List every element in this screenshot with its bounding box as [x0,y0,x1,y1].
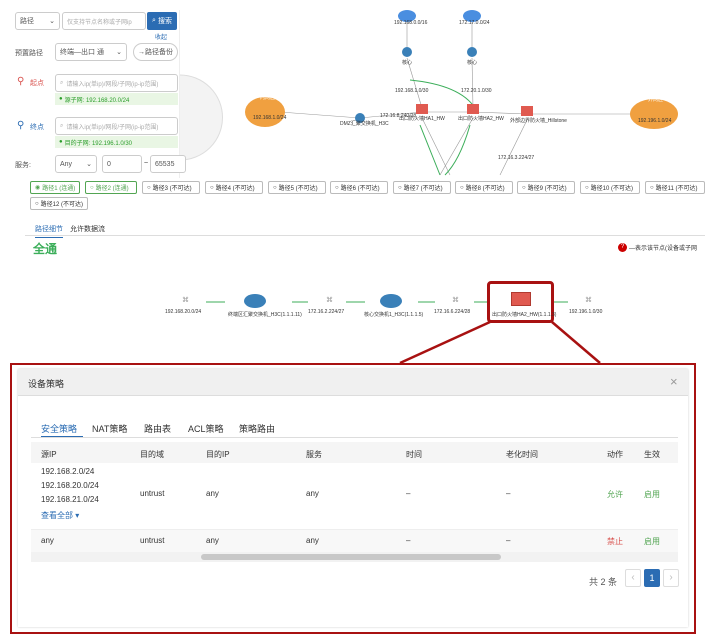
next-page-button[interactable]: › [663,569,679,587]
source-ip: 192.168.20.0/24 [41,481,99,490]
action-deny: 禁止 [607,537,623,546]
col-aging: 老化时间 [506,450,538,459]
caret-down-icon: ▾ [75,511,80,520]
dialog-title: 设备策略 [28,379,65,389]
tab-nat-policy[interactable]: NAT策略 [92,422,127,435]
table-row[interactable]: any untrust any any – – 禁止 启用 [31,530,678,552]
source-ip: any [41,536,54,545]
prev-page-button[interactable]: ‹ [625,569,641,587]
dest-zone: untrust [140,489,165,498]
time: – [406,536,411,545]
page-1-button[interactable]: 1 [644,569,660,587]
col-dest-ip: 目的IP [206,450,230,459]
source-ip: 192.168.21.0/24 [41,495,99,504]
dest-ip: any [206,489,219,498]
tab-security-policy[interactable]: 安全策略 [41,422,77,435]
chevron-right-icon: › [669,572,673,583]
view-all-link[interactable]: 查看全部 ▾ [41,510,79,521]
table-header [31,442,678,463]
view-all-label: 查看全部 [41,511,73,520]
dest-ip: any [206,536,219,545]
tab-route-table[interactable]: 路由表 [144,422,171,435]
total-count: 共 2 条 [589,577,618,587]
close-icon[interactable]: × [670,374,678,389]
service: any [306,536,319,545]
device-policy-dialog: 设备策略 × 安全策略 NAT策略 路由表 ACL策略 策略路由 源IP 目的域… [18,369,688,627]
chevron-left-icon: ‹ [631,572,635,583]
tabs-divider [31,437,678,438]
col-source-ip: 源IP [41,450,57,459]
tab-policy-routing[interactable]: 策略路由 [239,422,275,435]
scrollbar-thumb[interactable] [201,554,501,560]
col-effective: 生效 [644,450,660,459]
col-time: 时间 [406,450,422,459]
dialog-header: 设备策略 × [18,369,688,396]
device-policy-highlight: 设备策略 × 安全策略 NAT策略 路由表 ACL策略 策略路由 源IP 目的域… [10,363,696,634]
aging-time: – [506,536,511,545]
page-number: 1 [649,573,655,583]
col-dest-zone: 目的域 [140,450,164,459]
col-action: 动作 [607,450,623,459]
col-service: 服务 [306,450,322,459]
scrollbar-track[interactable] [31,552,678,562]
effective-status: 启用 [644,490,660,499]
aging-time: – [506,489,511,498]
table-row[interactable]: 192.168.2.0/24 192.168.20.0/24 192.168.2… [31,464,678,529]
source-ip: 192.168.2.0/24 [41,467,95,476]
action-allow: 允许 [607,490,623,499]
service: any [306,489,319,498]
dest-zone: untrust [140,536,165,545]
effective-status: 启用 [644,537,660,546]
tab-acl-policy[interactable]: ACL策略 [188,422,224,435]
time: – [406,489,411,498]
